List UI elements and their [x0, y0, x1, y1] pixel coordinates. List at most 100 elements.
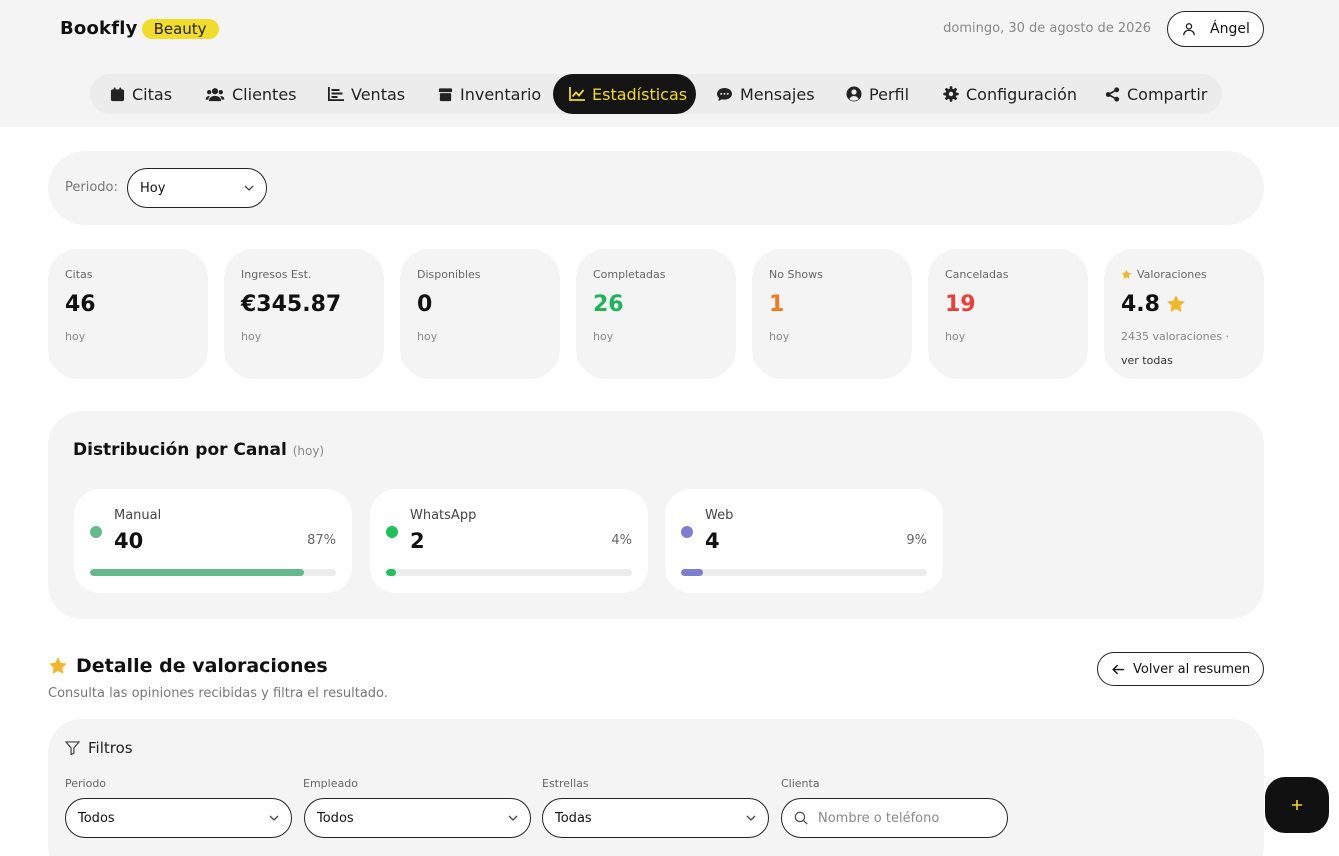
- nav-label: Compartir: [1127, 84, 1208, 104]
- stat-card-ingresos: Ingresos Est. €345.87 hoy: [224, 249, 384, 379]
- chevron-down-icon: [269, 815, 279, 821]
- filter-select-estrellas[interactable]: Todas: [542, 798, 769, 838]
- star-icon: [1166, 294, 1186, 314]
- nav-item-configuracion[interactable]: Configuración: [943, 74, 1077, 114]
- client-search-input[interactable]: [818, 810, 988, 826]
- see-all-ratings-link[interactable]: ver todas: [1121, 354, 1173, 367]
- gear-icon: [943, 86, 959, 102]
- progress-bar-fill: [386, 569, 396, 576]
- dist-title-text: Distribución por Canal: [73, 440, 287, 460]
- progress-bar: [681, 569, 927, 576]
- filter-label-periodo: Periodo: [65, 777, 107, 790]
- nav-label: Inventario: [460, 84, 542, 104]
- stat-label: Disponibles: [417, 267, 481, 281]
- user-icon: [1182, 22, 1196, 36]
- channel-card-whatsapp: WhatsApp 2 4%: [370, 489, 648, 593]
- period-label: Periodo:: [65, 180, 118, 195]
- progress-bar-fill: [681, 569, 704, 576]
- stat-value: €345.87: [241, 291, 342, 317]
- select-value: Todas: [555, 810, 592, 826]
- nav-item-compartir[interactable]: Compartir: [1105, 74, 1207, 114]
- select-value: Todos: [78, 810, 115, 826]
- channel-dot: [681, 526, 693, 538]
- section-title: Distribución por Canal (hoy): [73, 440, 324, 460]
- filter-select-empleado[interactable]: Todos: [304, 798, 531, 838]
- nav-label: Clientes: [232, 84, 297, 104]
- progress-bar: [90, 569, 336, 576]
- star-icon: [48, 656, 68, 676]
- nav-item-ventas[interactable]: Ventas: [328, 74, 405, 114]
- share-icon: [1105, 86, 1120, 102]
- channel-count: 2: [410, 529, 425, 553]
- chat-icon: [716, 87, 733, 102]
- filters-title-text: Filtros: [88, 739, 133, 757]
- detail-title-text: Detalle de valoraciones: [76, 655, 328, 677]
- stat-value: 0: [417, 291, 433, 317]
- stat-label: Canceladas: [945, 267, 1009, 281]
- stat-card-valoraciones: Valoraciones 4.8 2435 valoraciones · ver…: [1104, 249, 1264, 379]
- channel-name: Manual: [114, 508, 162, 523]
- stat-card-completadas: Completadas 26 hoy: [576, 249, 736, 379]
- ratings-label: Valoraciones: [1137, 267, 1207, 281]
- nav-item-inventario[interactable]: Inventario: [438, 74, 541, 114]
- back-to-summary-button[interactable]: Volver al resumen: [1097, 652, 1264, 686]
- stat-sub: hoy: [769, 330, 790, 343]
- channel-card-manual: Manual 40 87%: [74, 489, 352, 593]
- filter-label-clienta: Clienta: [781, 777, 820, 790]
- filters-title: Filtros: [65, 739, 133, 757]
- main-nav: Citas Clientes Ventas Inventario Estadís…: [90, 74, 1222, 114]
- progress-bar: [386, 569, 632, 576]
- channel-distribution-card: Distribución por Canal (hoy) Manual 40 8…: [48, 411, 1264, 619]
- stat-sub: hoy: [241, 330, 262, 343]
- user-menu-button[interactable]: Ángel: [1167, 11, 1264, 47]
- period-select[interactable]: Hoy: [127, 168, 267, 208]
- stat-label: Citas: [65, 267, 93, 281]
- nav-label: Ventas: [351, 84, 406, 104]
- stat-label: Completadas: [593, 267, 666, 281]
- nav-label: Mensajes: [740, 84, 815, 104]
- current-date: domingo, 30 de agosto de 2026: [943, 21, 1151, 36]
- nav-label: Perfil: [869, 84, 910, 104]
- channel-count: 4: [705, 529, 720, 553]
- nav-item-citas[interactable]: Citas: [110, 74, 172, 114]
- nav-item-clientes[interactable]: Clientes: [205, 74, 297, 114]
- chevron-down-icon: [508, 815, 518, 821]
- nav-label: Configuración: [966, 84, 1078, 104]
- stat-label: No Shows: [769, 267, 823, 281]
- stat-label: Ingresos Est.: [241, 267, 312, 281]
- stat-value: 26: [593, 291, 624, 317]
- arrow-left-icon: [1112, 664, 1125, 675]
- add-fab-button[interactable]: [1265, 777, 1329, 833]
- stat-value: 46: [65, 291, 96, 317]
- user-circle-icon: [846, 86, 862, 102]
- filters-card: Filtros Periodo Todos Empleado Todos Est…: [48, 719, 1264, 856]
- nav-item-perfil[interactable]: Perfil: [846, 74, 909, 114]
- period-filter-card: Periodo: Hoy: [48, 151, 1264, 225]
- channel-card-web: Web 4 9%: [665, 489, 943, 593]
- period-select-value: Hoy: [140, 180, 166, 196]
- plus-icon: [1291, 799, 1303, 811]
- stat-sub: hoy: [417, 330, 438, 343]
- stat-value: 1: [769, 291, 785, 317]
- nav-item-estadisticas[interactable]: Estadísticas: [553, 74, 696, 114]
- nav-item-mensajes[interactable]: Mensajes: [716, 74, 815, 114]
- filter-label-empleado: Empleado: [303, 777, 358, 790]
- select-value: Todos: [317, 810, 354, 826]
- channel-name: Web: [705, 508, 734, 523]
- bar-chart-icon: [328, 87, 344, 101]
- dist-period: (hoy): [292, 444, 325, 458]
- detail-title: Detalle de valoraciones: [48, 655, 328, 677]
- channel-percent: 9%: [906, 533, 927, 548]
- nav-label: Estadísticas: [592, 84, 688, 104]
- chevron-down-icon: [244, 185, 254, 191]
- logo[interactable]: Bookfly Beauty: [60, 18, 219, 39]
- filter-select-periodo[interactable]: Todos: [65, 798, 292, 838]
- search-icon: [794, 811, 808, 825]
- progress-bar-fill: [90, 569, 305, 576]
- separator: ·: [1225, 330, 1230, 343]
- logo-wordmark: Bookfly: [60, 18, 138, 39]
- channel-name: WhatsApp: [410, 508, 477, 523]
- nav-label: Citas: [132, 84, 173, 104]
- stat-card-citas: Citas 46 hoy: [48, 249, 208, 379]
- channel-dot: [386, 526, 398, 538]
